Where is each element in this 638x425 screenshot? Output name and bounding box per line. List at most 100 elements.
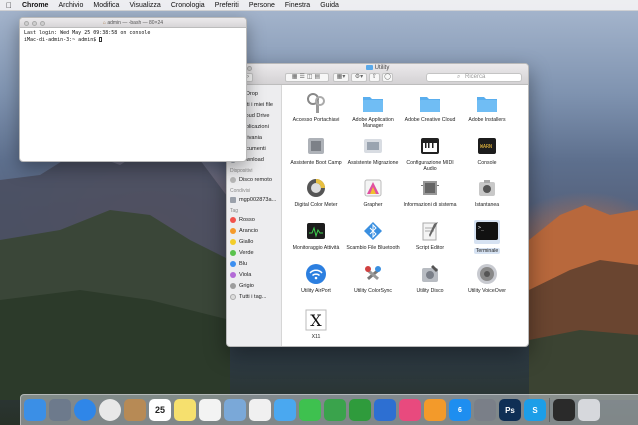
midi-icon [419,135,441,157]
terminal-content[interactable]: Last login: Wed May 25 09:38:58 on conso… [20,28,246,45]
sidebar-section-devices: Dispositivi [230,168,253,174]
menu-guida[interactable]: Guida [320,2,339,9]
app-audio-midi-setup[interactable]: Configurazione MIDI Audio [400,135,460,172]
photos-icon[interactable] [249,399,271,421]
app-voiceover-utility[interactable]: Utility VoiceOver [457,263,517,294]
reminders-icon[interactable] [199,399,221,421]
sidebar-tag-all[interactable]: Tutti i tag... [227,291,281,302]
app-disk-utility[interactable]: Utility Disco [400,263,460,294]
numbers-icon[interactable] [349,399,371,421]
sidebar-tag-orange[interactable]: Arancio [227,225,281,236]
preview-icon[interactable] [224,399,246,421]
sidebar-item-shared-computer[interactable]: mgp002873a... [227,194,281,205]
action-gear-button[interactable]: ⚙▾ [351,73,367,82]
terminal-prompt: iMac-di-admin-3:~ admin$ [24,36,100,43]
folder-icon [362,92,384,114]
ibooks-icon[interactable] [424,399,446,421]
keynote-icon[interactable] [374,399,396,421]
app-bluetooth-file-exchange[interactable]: Scambio File Bluetooth [343,220,403,251]
bootcamp-icon [305,135,327,157]
sidebar-item-remote-disc[interactable]: Disco remoto [227,174,281,185]
terminal-titlebar[interactable]: ⌂ admin — -bash — 80×24 [20,18,246,28]
menu-bar:  Chrome Archivio Modifica Visualizza Cr… [0,0,638,11]
app-grab[interactable]: Istantanea [457,177,517,208]
app-console[interactable]: WARN Console [457,135,517,166]
app-system-information[interactable]: Informazioni di sistema [400,177,460,208]
tag-button[interactable]: ◯ [382,73,393,82]
menu-modifica[interactable]: Modifica [93,2,119,9]
close-button[interactable] [24,20,29,26]
terminal-window[interactable]: ⌂ admin — -bash — 80×24 Last login: Wed … [19,17,247,162]
menu-chrome[interactable]: Chrome [22,2,48,9]
chrome-icon[interactable] [99,399,121,421]
photoshop-icon[interactable]: Ps [499,399,521,421]
sidebar-tag-gray[interactable]: Grigio [227,280,281,291]
folder-icon [419,92,441,114]
menu-archivio[interactable]: Archivio [58,2,83,9]
screenshot-icon [476,177,498,199]
calendar-icon[interactable]: 25 [149,399,171,421]
launchpad-icon[interactable] [49,399,71,421]
svg-text:>_: >_ [478,225,485,231]
apple-menu-icon[interactable]:  [6,1,12,10]
app-script-editor[interactable]: Script Editor [400,220,460,251]
app-x11[interactable]: X X11 [286,309,346,340]
search-field[interactable]: ⌕ Ricerca [426,73,522,82]
terminal-icon[interactable] [553,399,575,421]
sidebar-tag-purple[interactable]: Viola [227,269,281,280]
app-terminal[interactable]: >_ Terminale [457,220,517,254]
menu-persone[interactable]: Persone [249,2,275,9]
app-adobe-creative-cloud[interactable]: Adobe Creative Cloud [400,92,460,123]
itunes-icon[interactable] [399,399,421,421]
skype-icon[interactable]: S [524,399,546,421]
system-preferences-icon[interactable] [474,399,496,421]
airport-icon [305,263,327,285]
finder-toolbar[interactable]: Utility ‹ › ▦☰◫▤ ▦▾ ⚙▾ ⇧ ◯ ⌕ Ricerca [227,64,528,85]
grapher-icon [362,177,384,199]
finder-window[interactable]: Utility ‹ › ▦☰◫▤ ▦▾ ⚙▾ ⇧ ◯ ⌕ Ricerca Air… [226,63,529,347]
notes-icon[interactable] [174,399,196,421]
app-digital-color-meter[interactable]: Digital Color Meter [286,177,346,208]
sidebar-tag-red[interactable]: Rosso [227,214,281,225]
app-migration-assistant[interactable]: Assistente Migrazione [343,135,403,166]
home-icon: ⌂ [102,20,106,26]
contacts-icon[interactable] [124,399,146,421]
arrange-button[interactable]: ▦▾ [333,73,349,82]
app-keychain-access[interactable]: Accesso Portachiavi [286,92,346,123]
messages-icon[interactable] [274,399,296,421]
folder-icon [365,65,373,70]
activity-monitor-icon [305,220,327,242]
safari-icon[interactable] [74,399,96,421]
minimize-button[interactable] [32,20,37,26]
app-store-icon[interactable]: 6 [449,399,471,421]
keynote-numbers-icon[interactable] [324,399,346,421]
app-grapher[interactable]: Grapher [343,177,403,208]
app-boot-camp-assistant[interactable]: Assistente Boot Camp [286,135,346,166]
app-colorsync-utility[interactable]: Utility ColorSync [343,263,403,294]
sidebar-tag-green[interactable]: Verde [227,247,281,258]
zoom-button[interactable] [40,20,45,26]
share-button[interactable]: ⇧ [369,73,380,82]
search-icon: ⌕ [457,74,461,80]
app-airport-utility[interactable]: Utility AirPort [286,263,346,294]
voiceover-icon [476,263,498,285]
finder-icon[interactable] [24,399,46,421]
keychain-icon [305,92,327,114]
trash-icon[interactable] [578,399,600,421]
sidebar-section-shared: Condivisi [230,188,251,194]
menu-visualizza[interactable]: Visualizza [129,2,160,9]
sidebar-tag-blue[interactable]: Blu [227,258,281,269]
menu-finestra[interactable]: Finestra [285,2,310,9]
system-info-icon [419,177,441,199]
tag-dot-icon [230,227,236,234]
menu-cronologia[interactable]: Cronologia [171,2,205,9]
menu-preferiti[interactable]: Preferiti [215,2,239,9]
app-adobe-application-manager[interactable]: Adobe Application Manager [343,92,403,129]
sidebar-tag-yellow[interactable]: Giallo [227,236,281,247]
view-mode-switcher[interactable]: ▦☰◫▤ [285,73,329,82]
tag-dot-icon [230,249,236,256]
color-meter-icon [305,177,327,199]
app-activity-monitor[interactable]: Monitoraggio Attività [286,220,346,251]
facetime-icon[interactable] [299,399,321,421]
app-adobe-installers[interactable]: Adobe Installers [457,92,517,123]
